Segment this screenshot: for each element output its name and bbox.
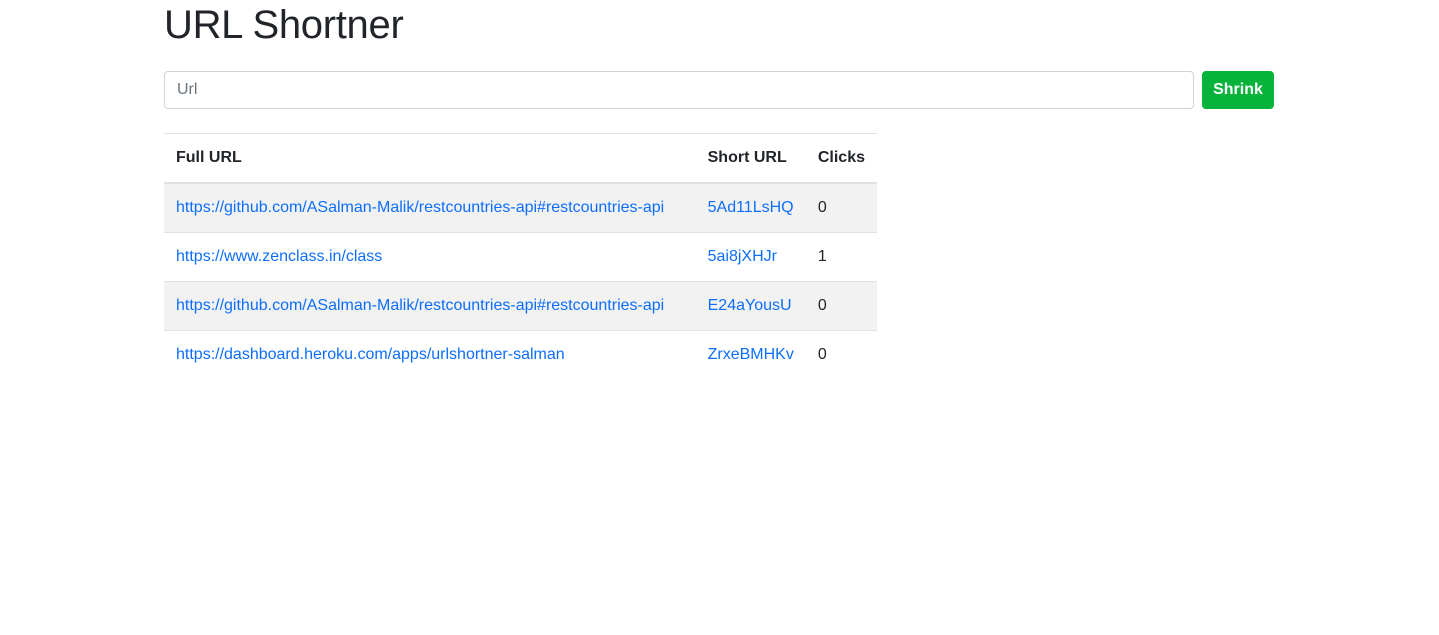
short-url-cell: 5Ad11LsHQ [696, 183, 806, 233]
column-header-short-url: Short URL [695, 133, 806, 184]
short-url-cell: ZrxeBMHKv [695, 330, 806, 379]
full-url-link[interactable]: https://github.com/ASalman-Malik/restcou… [176, 199, 664, 216]
full-url-cell: https://www.zenclass.in/class [164, 232, 696, 282]
short-url-link[interactable]: 5Ad11LsHQ [708, 199, 794, 216]
full-url-link[interactable]: https://www.zenclass.in/class [176, 248, 382, 265]
clicks-cell: 0 [805, 281, 877, 331]
short-url-link[interactable]: 5ai8jXHJr [708, 248, 777, 265]
short-url-link[interactable]: ZrxeBMHKv [708, 346, 794, 363]
shorten-form: Shrink [164, 71, 1274, 109]
url-input[interactable] [164, 71, 1194, 109]
full-url-link[interactable]: https://github.com/ASalman-Malik/restcou… [176, 297, 664, 314]
table-row: https://www.zenclass.in/class 5ai8jXHJr … [164, 232, 877, 282]
full-url-link[interactable]: https://dashboard.heroku.com/apps/urlsho… [176, 346, 565, 363]
table-row: https://dashboard.heroku.com/apps/urlsho… [164, 330, 877, 379]
table-row: https://github.com/ASalman-Malik/restcou… [164, 281, 877, 331]
column-header-full-url: Full URL [164, 133, 696, 184]
full-url-cell: https://github.com/ASalman-Malik/restcou… [164, 183, 696, 233]
short-url-cell: 5ai8jXHJr [695, 232, 806, 282]
short-url-cell: E24aYousU [695, 281, 806, 331]
table-header-row: Full URL Short URL Clicks [164, 133, 877, 184]
column-header-clicks: Clicks [805, 133, 877, 184]
clicks-cell: 0 [817, 199, 827, 216]
clicks-cell: 1 [805, 232, 877, 282]
clicks-cell: 0 [805, 330, 877, 379]
shrink-button[interactable]: Shrink [1202, 71, 1274, 109]
table-row: https://github.com/ASalman-Malik/restcou… [164, 183, 877, 233]
page-container: URL Shortner Shrink Full URL Short URL C… [164, 0, 1274, 379]
page-title: URL Shortner [164, 3, 404, 47]
url-table: Full URL Short URL Clicks https://github… [164, 133, 877, 379]
full-url-cell: https://github.com/ASalman-Malik/restcou… [164, 281, 696, 331]
short-url-link[interactable]: E24aYousU [708, 297, 792, 314]
full-url-cell: https://dashboard.heroku.com/apps/urlsho… [164, 330, 696, 379]
